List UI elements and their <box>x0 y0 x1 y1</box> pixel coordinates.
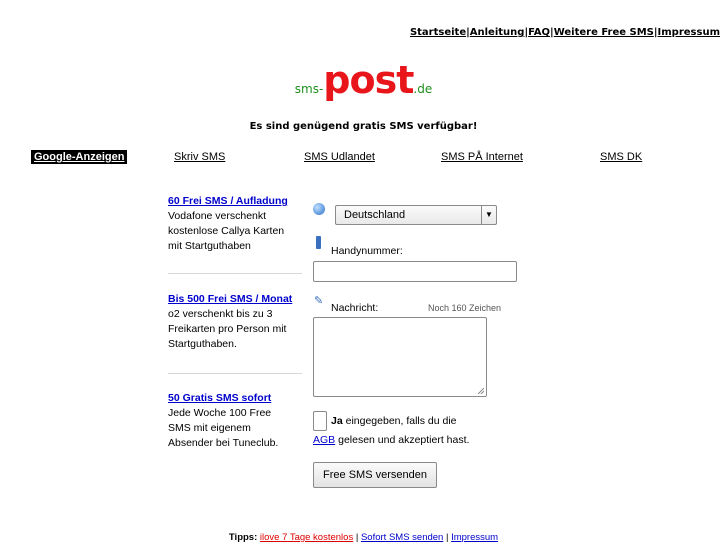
message-textarea[interactable] <box>313 317 487 397</box>
agree-bold: Ja <box>331 415 343 427</box>
tips-label: Tipps: <box>228 532 258 543</box>
ad-text: Vodafone verschenkt <box>168 210 267 222</box>
ad-text: mit Startguthaben <box>168 240 251 252</box>
status-message: Es sind genügend gratis SMS verfügbar! <box>249 121 478 132</box>
tip-link-sofort-sms[interactable]: Sofort SMS senden <box>361 532 443 543</box>
phone-icon <box>316 236 321 249</box>
ad-text: o2 verschenkt bis zu 3 <box>168 308 273 320</box>
ad-item: Bis 500 Frei SMS / Monat o2 verschenkt b… <box>168 292 302 352</box>
character-counter: Noch 160 Zeichen <box>428 303 502 313</box>
nav-impressum[interactable]: Impressum <box>658 27 720 38</box>
nav-startseite[interactable]: Startseite <box>410 27 466 38</box>
globe-icon <box>313 203 325 215</box>
ad-text: Absender bei Tuneclub. <box>168 437 279 449</box>
ad-divider <box>168 273 302 274</box>
phone-number-input[interactable] <box>313 261 517 282</box>
tip-link-ilove[interactable]: ilove 7 Tage kostenlos <box>260 532 353 543</box>
logo-suffix: .de <box>413 82 433 96</box>
send-sms-button[interactable]: Free SMS versenden <box>313 462 437 488</box>
agree-text-part2: gelesen und akzeptiert hast. <box>335 434 470 446</box>
nav-weitere-free-sms[interactable]: Weitere Free SMS <box>554 27 654 38</box>
ad-item: 60 Frei SMS / Aufladung Vodafone versche… <box>168 194 302 254</box>
ad-divider <box>168 373 302 374</box>
ad-text: Startguthaben. <box>168 338 237 350</box>
agree-text: Ja eingegeben, falls du die <box>331 415 457 427</box>
ad-text: kostenlose Callya Karten <box>168 225 285 237</box>
country-value: Deutschland <box>344 209 406 221</box>
ad-link-skriv-sms[interactable]: Skriv SMS <box>174 151 225 163</box>
ad-title[interactable]: 50 Gratis SMS sofort <box>168 392 271 404</box>
logo-prefix: sms- <box>294 82 324 96</box>
nav-faq[interactable]: FAQ <box>528 27 550 38</box>
nav-anleitung[interactable]: Anleitung <box>470 27 525 38</box>
resize-grip-icon[interactable] <box>478 388 484 394</box>
ad-link-sms-pa-internet[interactable]: SMS PÅ Internet <box>441 151 523 163</box>
footer-tips: Tipps: ilove 7 Tage kostenlos | Sofort S… <box>0 532 727 543</box>
chevron-down-icon[interactable]: ▼ <box>481 206 496 224</box>
ad-title[interactable]: 60 Frei SMS / Aufladung <box>168 195 288 207</box>
ad-item: 50 Gratis SMS sofort Jede Woche 100 Free… <box>168 391 302 451</box>
ad-title[interactable]: Bis 500 Frei SMS / Monat <box>168 293 292 305</box>
ad-text: SMS mit eigenem <box>168 422 251 434</box>
agree-text-line2: AGB gelesen und akzeptiert hast. <box>313 434 469 446</box>
ad-text: Jede Woche 100 Free <box>168 407 272 419</box>
ad-text: Freikarten pro Person mit <box>168 323 287 335</box>
tip-link-impressum[interactable]: Impressum <box>451 532 498 543</box>
site-logo[interactable]: sms-post.de <box>0 58 727 102</box>
logo-main: post <box>323 58 414 102</box>
country-select[interactable]: Deutschland ▼ <box>335 205 497 225</box>
phone-label: Handynummer: <box>331 245 403 257</box>
ad-links-bar: Google-Anzeigen Skriv SMS SMS Udlandet S… <box>0 150 727 166</box>
agree-checkbox[interactable] <box>313 411 327 431</box>
google-ads-label[interactable]: Google-Anzeigen <box>31 150 128 164</box>
pen-icon: ✎ <box>314 295 324 307</box>
footer-separator: | <box>353 532 361 543</box>
top-navigation: Startseite|Anleitung|FAQ|Weitere Free SM… <box>410 27 720 38</box>
ad-link-sms-dk[interactable]: SMS DK <box>600 151 642 163</box>
ad-link-sms-udlandet[interactable]: SMS Udlandet <box>304 151 375 163</box>
agree-text-part1: eingegeben, falls du die <box>342 415 457 427</box>
footer-separator: | <box>443 532 452 543</box>
message-label: Nachricht: <box>331 302 379 314</box>
agb-link[interactable]: AGB <box>313 434 335 446</box>
